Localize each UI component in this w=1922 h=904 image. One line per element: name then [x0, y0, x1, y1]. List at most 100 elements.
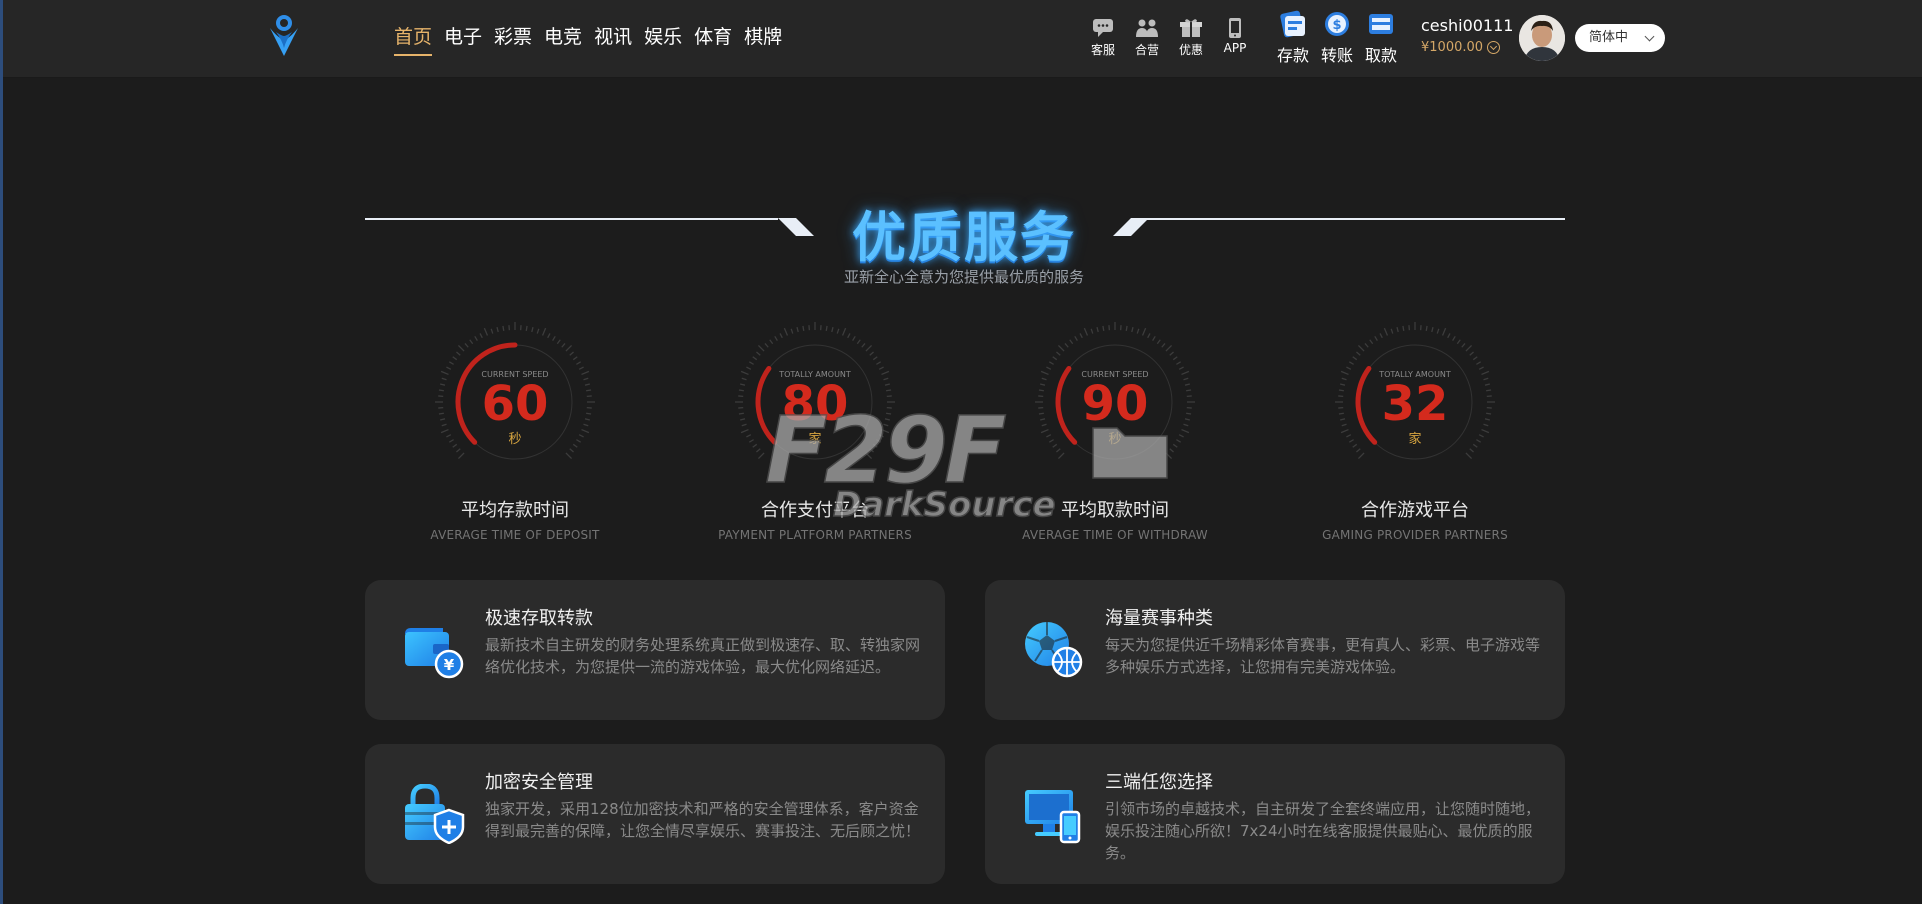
gauge-tick	[441, 423, 447, 427]
nav-entertainment[interactable]: 娱乐	[642, 24, 689, 54]
promotions-label: 优惠	[1178, 43, 1203, 57]
amount-gauge: TOTALLY AMOUNT 32 家	[1335, 322, 1495, 460]
gauge-unit: 家	[1408, 431, 1421, 447]
feature-card-multi-device: 三端任您选择 引领市场的卓越技术，自主研发了全套终端应用，让您随时随地，娱乐投注…	[985, 744, 1565, 884]
gauge-tick	[1038, 389, 1044, 392]
gauge-tick	[440, 428, 449, 434]
gauge-tick	[446, 366, 452, 370]
partners-icon	[1136, 19, 1158, 37]
stat-label-en: PAYMENT PLATFORM PARTNERS	[718, 528, 912, 542]
gauge-tick	[883, 377, 889, 381]
gauge-tick	[740, 428, 749, 434]
gauge-tick	[1046, 366, 1052, 370]
gauge-tick	[1469, 448, 1474, 453]
nav-sports[interactable]: 体育	[692, 24, 739, 54]
gauge-tick	[1436, 328, 1440, 334]
gauge-tick	[746, 434, 752, 438]
customer-service-button[interactable]: 客服	[1083, 18, 1123, 58]
gauge-tick	[536, 328, 540, 334]
gauge-tick	[1186, 412, 1192, 415]
gauge-tick	[1178, 366, 1184, 370]
gauge-progress-arc	[1055, 365, 1078, 445]
gauge-tick	[578, 434, 584, 438]
gauge-tick	[769, 339, 774, 345]
gauge-tick	[740, 370, 749, 376]
gauge-tick	[1357, 344, 1365, 352]
gauge-tick	[1169, 448, 1174, 453]
gauge-tick	[446, 434, 452, 438]
gauge-tick	[1476, 361, 1481, 365]
gauge-tick	[1469, 351, 1474, 356]
username[interactable]: ceshi00111	[1421, 16, 1513, 35]
gauge-tick	[464, 343, 469, 348]
gauge-tick	[583, 377, 589, 381]
deposit-button[interactable]: 存款	[1271, 10, 1315, 66]
gauge-tick	[861, 343, 866, 348]
nav-live-video[interactable]: 视讯	[592, 24, 639, 54]
gauge-tick	[764, 343, 769, 348]
gauge-tick	[884, 383, 891, 386]
gauge-tick	[541, 327, 547, 336]
nav-esports[interactable]: 电竞	[542, 24, 589, 54]
balance-dropdown[interactable]: ¥1000.00	[1421, 40, 1501, 55]
gauge-tick	[581, 370, 590, 376]
app-label: APP	[1223, 41, 1247, 55]
gauge-tick	[1346, 366, 1352, 370]
stat-label-en: AVERAGE TIME OF DEPOSIT	[430, 528, 600, 542]
gauge-tick	[1052, 443, 1058, 448]
gauge-tick	[739, 383, 746, 386]
site-logo[interactable]	[268, 14, 300, 58]
gauge-tick	[1131, 326, 1134, 333]
gauge-tick	[756, 448, 761, 453]
gauge-tick	[1039, 418, 1046, 421]
gauge-tick	[1447, 333, 1451, 339]
gauge-tick	[1478, 366, 1484, 370]
feature-card-fast-transfer: ¥ 极速存取转款 最新技术自主研发的财务处理系统真正做到极速存、取、转独家网络优…	[365, 580, 945, 720]
gauge-tick	[1064, 343, 1069, 348]
gauge-tick	[457, 344, 465, 352]
gauge-tick	[1125, 325, 1128, 331]
gauge-value: 32	[1382, 376, 1449, 432]
gauge-tick	[881, 370, 890, 376]
customer-service-label: 客服	[1090, 43, 1115, 57]
nav-electronic[interactable]: 电子	[442, 24, 489, 54]
nav-home[interactable]: 首页	[392, 24, 439, 56]
gauge-tick	[1079, 333, 1083, 339]
gauge-tick	[1461, 343, 1466, 348]
gauge-tick	[576, 361, 581, 365]
stat-label-en: AVERAGE TIME OF WITHDRAW	[1022, 528, 1208, 542]
gauge-tick	[746, 366, 752, 370]
transfer-button[interactable]: $ 转账	[1315, 10, 1359, 66]
gauge-tick	[757, 344, 765, 352]
transfer-icon: $	[1325, 12, 1349, 36]
gauge-tick	[561, 343, 566, 348]
ball-icon	[1025, 622, 1083, 678]
gauge-tick	[569, 448, 574, 453]
partners-button[interactable]: 合营	[1127, 18, 1167, 58]
gauge-tick	[1340, 428, 1349, 434]
gauge-tick	[569, 351, 574, 356]
gauge-tick	[1486, 412, 1492, 415]
gauge-tick	[474, 336, 478, 341]
gauge-tick	[1481, 428, 1490, 434]
gauge-tick	[1478, 434, 1484, 438]
nav-lottery[interactable]: 彩票	[492, 24, 539, 54]
section-subtitle: 亚新全心全意为您提供最优质的服务	[843, 268, 1084, 286]
nav-chess-cards[interactable]: 棋牌	[742, 24, 789, 54]
avatar[interactable]	[1519, 15, 1565, 61]
promotions-button[interactable]: 优惠	[1171, 18, 1211, 58]
gauge-tick	[1338, 389, 1344, 392]
gauge-tick	[586, 389, 592, 392]
user-avatar-icon	[1519, 15, 1565, 61]
gauge-tick	[572, 356, 578, 361]
feature-description: 每天为您提供近千场精彩体育赛事，更有真人、彩票、电子游戏等多种娱乐方式选择，让您…	[1105, 636, 1541, 676]
withdraw-button[interactable]: 取款	[1359, 10, 1403, 66]
gauge-tick	[865, 344, 873, 352]
language-select[interactable]: 简体中	[1575, 24, 1665, 52]
svg-text:$: $	[1332, 18, 1341, 33]
gauge-tick	[1057, 452, 1065, 460]
gauge-tick	[576, 439, 581, 443]
app-button[interactable]: APP	[1215, 18, 1255, 55]
gauge-tick	[1481, 370, 1490, 376]
gauge-tick	[441, 377, 447, 381]
